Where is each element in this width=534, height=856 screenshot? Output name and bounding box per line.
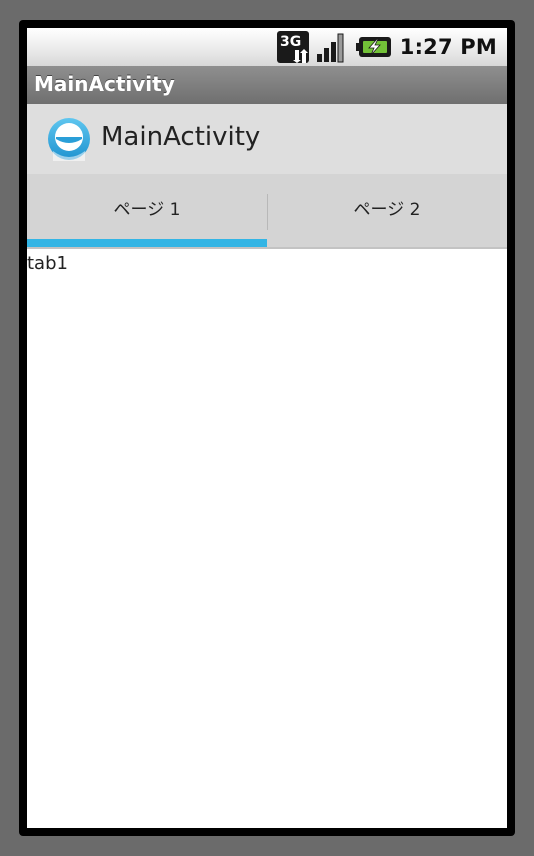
tab-divider bbox=[267, 194, 268, 230]
window-title: MainActivity bbox=[34, 72, 175, 96]
tab-content-text: tab1 bbox=[27, 253, 68, 274]
svg-text:3G: 3G bbox=[280, 34, 301, 50]
status-bar: 3G 1:27 PM bbox=[27, 28, 507, 66]
battery-charging-icon bbox=[355, 37, 391, 57]
action-bar: MainActivity bbox=[27, 104, 507, 174]
tab-label: ページ 1 bbox=[113, 200, 181, 220]
status-time: 1:27 PM bbox=[399, 35, 497, 59]
tab-strip: ページ 1 ページ 2 bbox=[27, 174, 507, 249]
network-3g-icon: 3G bbox=[276, 31, 309, 63]
tab-page-2[interactable]: ページ 2 bbox=[267, 174, 507, 247]
screen: 3G 1:27 PM MainActivity MainActivity ページ… bbox=[27, 28, 507, 828]
tab-label: ページ 2 bbox=[353, 200, 421, 220]
app-launcher-icon[interactable] bbox=[47, 117, 91, 161]
tab-content: tab1 bbox=[27, 249, 507, 828]
action-bar-title: MainActivity bbox=[101, 122, 261, 152]
tab-selected-indicator bbox=[27, 239, 267, 247]
tab-page-1[interactable]: ページ 1 bbox=[27, 174, 267, 247]
window-title-bar: MainActivity bbox=[27, 66, 507, 104]
status-icons: 3G 1:27 PM bbox=[276, 28, 497, 66]
signal-strength-icon bbox=[316, 33, 344, 63]
